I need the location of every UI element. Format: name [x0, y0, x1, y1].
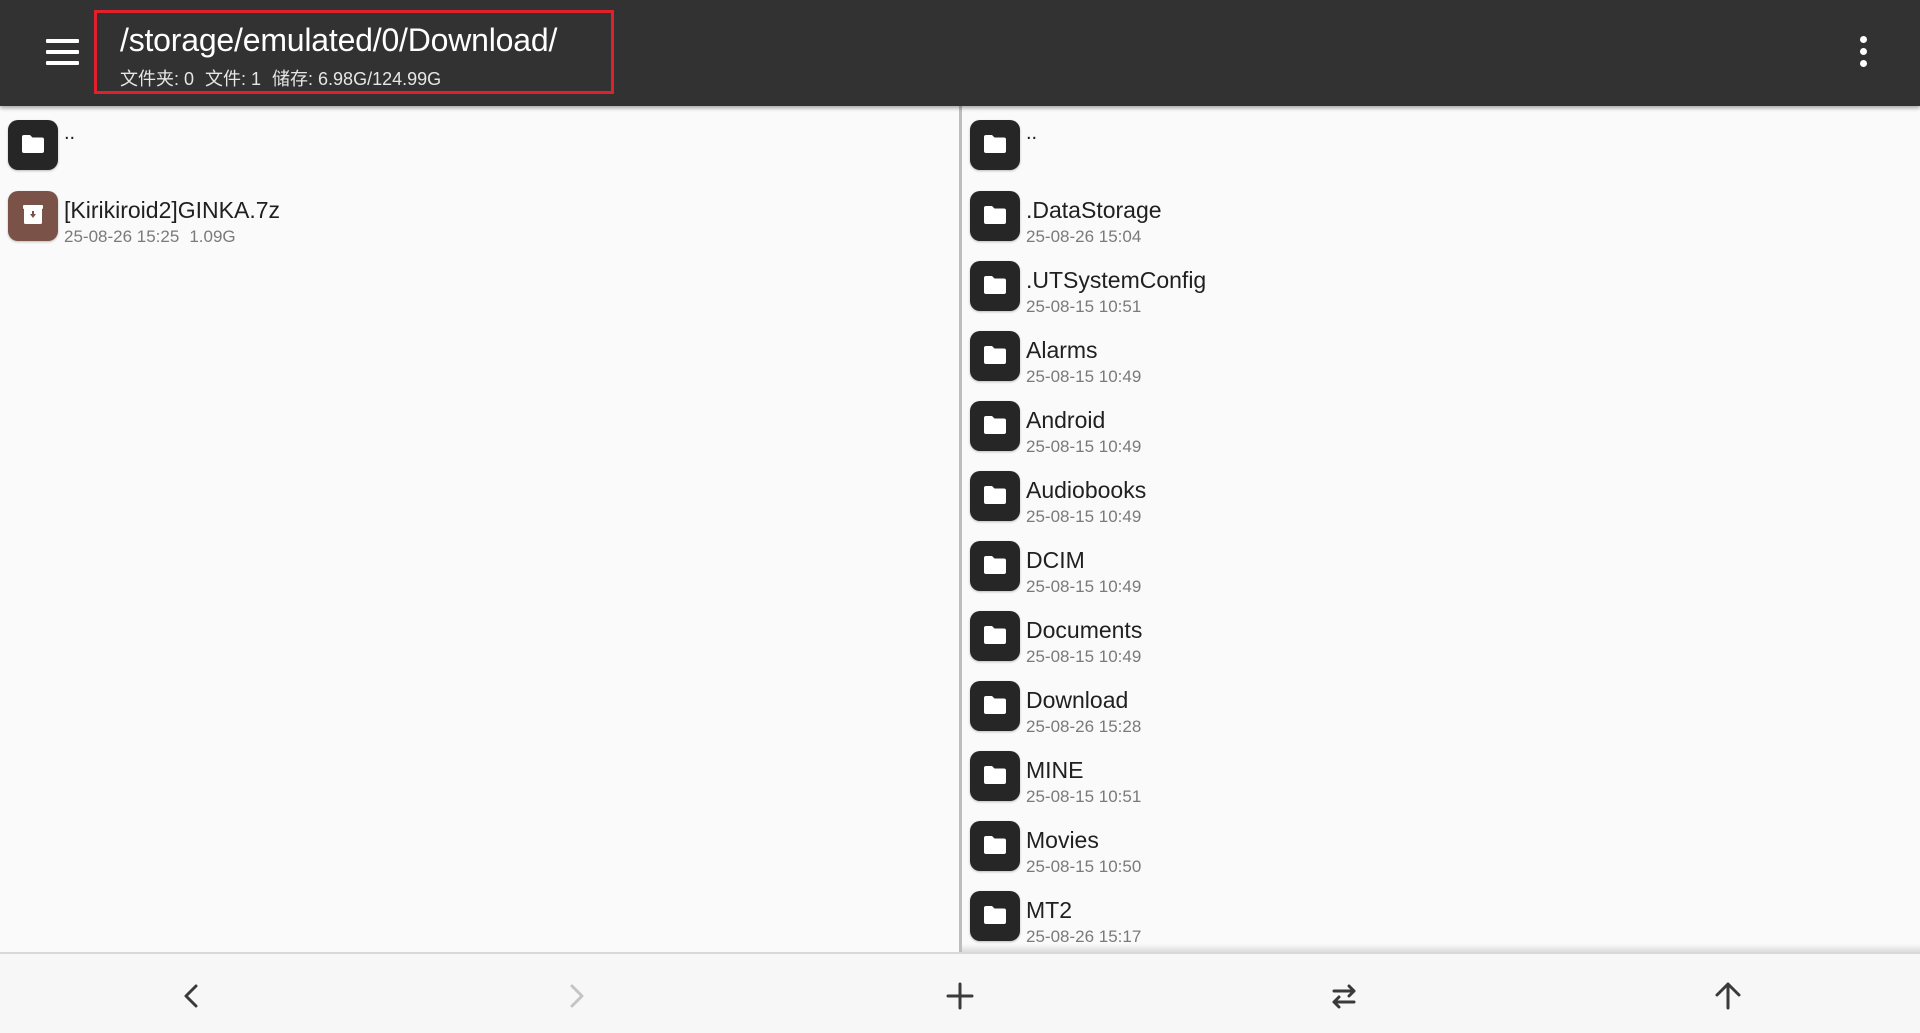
folder-name: .DataStorage [1026, 197, 1162, 223]
folder-row[interactable]: Movies 25-08-15 10:50 [962, 811, 1920, 881]
add-icon[interactable] [936, 972, 984, 1020]
folder-row[interactable]: DCIM 25-08-15 10:49 [962, 531, 1920, 601]
parent-dir-label: .. [1026, 122, 1038, 144]
up-arrow-icon[interactable] [1704, 972, 1752, 1020]
folder-meta: 25-08-15 10:51 [1026, 297, 1141, 317]
folder-meta: 25-08-15 10:49 [1026, 437, 1141, 457]
file-size: 1.09G [189, 227, 236, 246]
folder-date: 25-08-15 10:49 [1026, 577, 1142, 596]
folder-date: 25-08-15 10:49 [1026, 647, 1142, 666]
file-meta: 25-08-26 15:25 1.09G [64, 227, 236, 247]
folder-row[interactable]: Documents 25-08-15 10:49 [962, 601, 1920, 671]
folder-icon [970, 611, 1020, 661]
folder-name: DCIM [1026, 547, 1085, 573]
folder-row[interactable]: MINE 25-08-15 10:51 [962, 741, 1920, 811]
folder-name: Movies [1026, 827, 1099, 853]
folder-name: .UTSystemConfig [1026, 267, 1207, 293]
folder-date: 25-08-26 15:04 [1026, 227, 1142, 246]
folder-meta: 25-08-15 10:51 [1026, 787, 1141, 807]
archive-icon [8, 191, 58, 241]
folder-row[interactable]: Download 25-08-26 15:28 [962, 671, 1920, 741]
bottom-toolbar [0, 952, 1920, 1033]
file-count: 文件: 1 [205, 69, 262, 89]
folder-row[interactable]: Audiobooks 25-08-15 10:49 [962, 461, 1920, 531]
folder-meta: 25-08-15 10:50 [1026, 857, 1141, 877]
folder-icon [970, 751, 1020, 801]
folder-name: MT2 [1026, 897, 1072, 923]
parent-dir-label: .. [64, 122, 76, 144]
parent-dir-row-left[interactable]: .. [0, 110, 959, 180]
folder-count: 文件夹: 0 [120, 69, 195, 89]
folder-icon [970, 821, 1020, 871]
folder-meta: 25-08-26 15:28 [1026, 717, 1141, 737]
left-file-pane: .. [Kirikiroid2]GINKA.7z 25-08-26 15:25 1… [0, 106, 959, 952]
folder-icon [970, 401, 1020, 451]
folder-date: 25-08-26 15:28 [1026, 717, 1142, 736]
folder-icon [970, 541, 1020, 591]
folder-meta: 25-08-15 10:49 [1026, 577, 1141, 597]
forward-icon[interactable] [552, 972, 600, 1020]
folder-meta: 25-08-15 10:49 [1026, 647, 1141, 667]
folder-date: 25-08-15 10:51 [1026, 787, 1142, 806]
folder-icon [970, 261, 1020, 311]
top-app-bar: /storage/emulated/0/Download/ 文件夹: 0 文件: … [0, 0, 1920, 106]
folder-name: Audiobooks [1026, 477, 1147, 503]
file-date: 25-08-26 15:25 [64, 227, 180, 246]
current-path-box[interactable]: /storage/emulated/0/Download/ 文件夹: 0 文件: … [94, 10, 614, 94]
folder-date: 25-08-15 10:49 [1026, 507, 1142, 526]
folder-name: Alarms [1026, 337, 1098, 363]
folder-row[interactable]: MT2 25-08-26 15:17 [962, 881, 1920, 951]
folder-row[interactable]: Alarms 25-08-15 10:49 [962, 321, 1920, 391]
folder-icon [970, 681, 1020, 731]
parent-dir-row-right[interactable]: .. [962, 110, 1920, 180]
folder-icon [970, 891, 1020, 941]
folder-row[interactable]: .DataStorage 25-08-26 15:04 [962, 181, 1920, 251]
right-file-pane: .. .DataStorage 25-08-26 15:04 .UTSystemCo… [962, 106, 1920, 952]
storage-stats: 文件夹: 0 文件: 1 储存: 6.98G/124.99G [120, 65, 452, 91]
folder-row[interactable]: .UTSystemConfig 25-08-15 10:51 [962, 251, 1920, 321]
file-name: [Kirikiroid2]GINKA.7z [64, 197, 281, 223]
hamburger-menu-icon[interactable] [40, 31, 84, 75]
folder-icon [970, 120, 1020, 170]
folder-date: 25-08-15 10:49 [1026, 367, 1142, 386]
folder-icon [970, 191, 1020, 241]
folder-icon [970, 471, 1020, 521]
folder-meta: 25-08-15 10:49 [1026, 507, 1141, 527]
list-bottom-shadow [962, 944, 1920, 952]
folder-name: MINE [1026, 757, 1084, 783]
file-row[interactable]: [Kirikiroid2]GINKA.7z 25-08-26 15:25 1.09… [0, 181, 959, 251]
folder-icon [8, 120, 58, 170]
folder-meta: 25-08-15 10:49 [1026, 367, 1141, 387]
folder-name: Documents [1026, 617, 1143, 643]
folder-date: 25-08-15 10:51 [1026, 297, 1142, 316]
current-path-title: /storage/emulated/0/Download/ [120, 22, 558, 58]
back-icon[interactable] [168, 972, 216, 1020]
folder-icon [970, 331, 1020, 381]
folder-date: 25-08-15 10:49 [1026, 437, 1142, 456]
more-vert-icon[interactable] [1846, 28, 1880, 76]
folder-meta: 25-08-26 15:04 [1026, 227, 1141, 247]
folder-row[interactable]: Android 25-08-15 10:49 [962, 391, 1920, 461]
storage-usage: 储存: 6.98G/124.99G [272, 69, 442, 89]
folder-name: Android [1026, 407, 1106, 433]
swap-panes-icon[interactable] [1320, 972, 1368, 1020]
folder-date: 25-08-15 10:50 [1026, 857, 1142, 876]
folder-name: Download [1026, 687, 1129, 713]
